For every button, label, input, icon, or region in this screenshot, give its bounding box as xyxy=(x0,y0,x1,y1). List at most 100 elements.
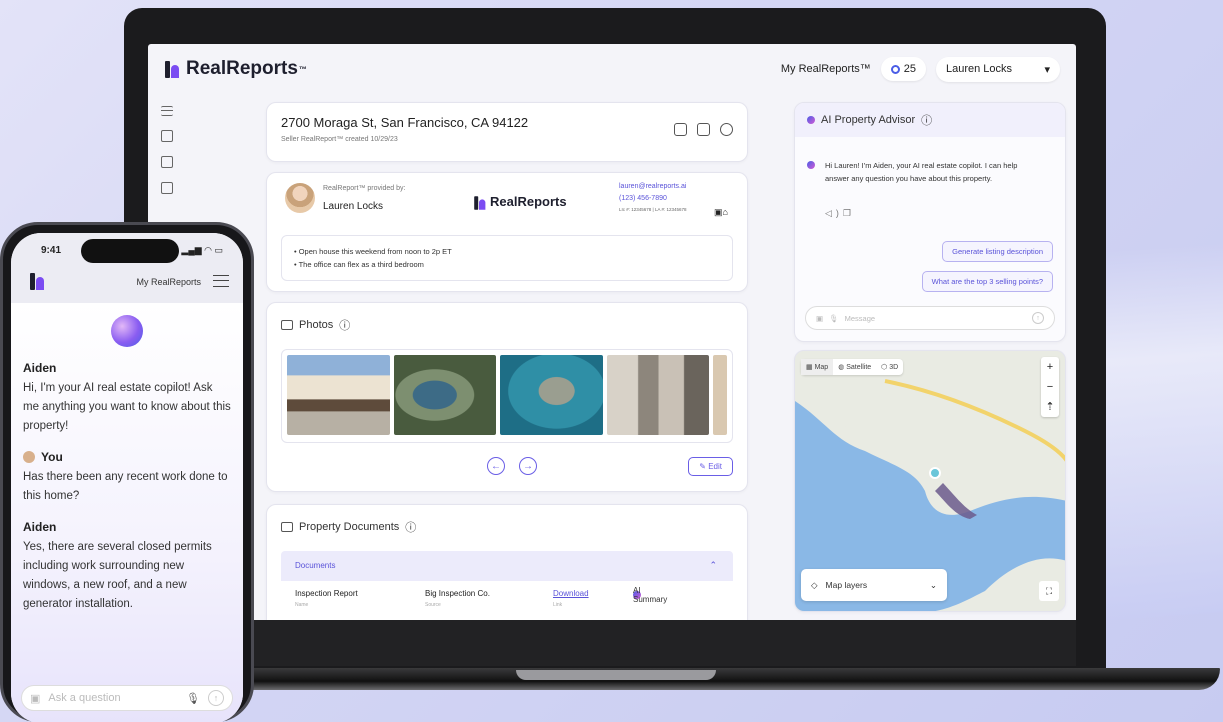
message-actions: ◁)❐ xyxy=(825,208,855,219)
info-icon[interactable]: ⓘ xyxy=(339,317,350,333)
brand-logo[interactable]: RealReports ™ xyxy=(164,58,307,80)
message-text: Hi, I'm your AI real estate copilot! Ask… xyxy=(23,382,231,432)
logo-mark-icon[interactable] xyxy=(29,271,47,291)
ai-summary-dropdown[interactable]: AI Summary ⌄ xyxy=(633,586,667,604)
logo-mark-icon xyxy=(473,195,486,210)
note-item: • Open house this weekend from noon to 2… xyxy=(294,247,452,256)
photos-title: Photos xyxy=(299,319,334,331)
message-text: Has there been any recent work done to t… xyxy=(23,471,228,502)
phone-my-reports[interactable]: My RealReports xyxy=(136,277,201,287)
image-icon[interactable]: ▣ xyxy=(816,314,823,323)
documents-section-header[interactable]: Documents ⌃ xyxy=(281,551,733,581)
credit-coin-icon xyxy=(890,64,900,74)
left-sidebar xyxy=(156,106,178,194)
ask-question-input[interactable]: ▣ Ask a question 🎙 ↑ xyxy=(21,685,233,711)
photo-interior[interactable] xyxy=(606,355,710,435)
share-icon[interactable] xyxy=(674,123,687,136)
copy-icon[interactable]: ❐ xyxy=(843,208,855,218)
credits-badge[interactable]: 25 xyxy=(880,57,926,81)
mic-icon[interactable]: 🎙 xyxy=(829,314,839,323)
download-link[interactable]: Download xyxy=(553,589,589,598)
prev-arrow-icon[interactable]: ← xyxy=(487,457,505,475)
suggestion-listing-button[interactable]: Generate listing description xyxy=(942,241,1053,262)
menu-icon[interactable] xyxy=(161,106,173,116)
more-options-icon[interactable] xyxy=(720,123,733,136)
photo-aerial-bay[interactable] xyxy=(393,355,497,435)
tab-3d[interactable]: ⬡ 3D xyxy=(876,359,903,375)
documents-title: Property Documents xyxy=(299,521,400,533)
chevron-up-icon[interactable]: ⌃ xyxy=(709,560,717,571)
image-icon[interactable]: ▣ xyxy=(30,692,40,705)
send-arrow-icon[interactable]: ↑ xyxy=(208,690,224,706)
mic-icon[interactable]: 🎙 xyxy=(186,692,200,705)
agent-notes: • Open house this weekend from noon to 2… xyxy=(281,235,733,281)
image-icon[interactable] xyxy=(161,156,173,168)
layers-icon: ◇ xyxy=(811,579,818,590)
agent-phone[interactable]: (123) 456-7890 xyxy=(619,193,686,205)
message-placeholder: Message xyxy=(844,313,876,323)
photos-card: Photos ⓘ ← → ✎ Edit xyxy=(266,302,748,492)
info-icon[interactable]: ⓘ xyxy=(405,519,416,535)
tab-satellite[interactable]: ◍ Satellite xyxy=(833,359,876,375)
map-layers-dropdown[interactable]: ◇ Map layers ⌄ xyxy=(801,569,947,601)
zoom-in-button[interactable]: + xyxy=(1041,357,1059,377)
map-view-tabs: ▦ Map ◍ Satellite ⬡ 3D xyxy=(801,359,904,375)
photo-house-exterior[interactable] xyxy=(287,355,390,435)
ai-orb-icon xyxy=(111,315,143,347)
advisor-message-input[interactable]: ▣ 🎙 Message ↑ xyxy=(805,306,1055,330)
equal-housing-icon: ▣⌂ xyxy=(714,207,728,217)
report-subtitle: Seller RealReport™ created 10/29/23 xyxy=(281,136,398,143)
agent-avatar xyxy=(285,183,315,213)
map-panel[interactable]: ▦ Map ◍ Satellite ⬡ 3D + − ⇡ ◇ Map layers… xyxy=(794,350,1066,612)
phone-header: 9:41 ▂▄▆ ◠ ▭ My RealReports xyxy=(11,233,243,303)
photo-strip xyxy=(281,349,733,443)
photo-navigation: ← → xyxy=(487,457,537,475)
documents-header: Property Documents ⓘ xyxy=(281,519,733,535)
phone-frame: 9:41 ▂▄▆ ◠ ▭ My RealReports Aiden Hi, I'… xyxy=(0,222,254,722)
speaker-icon[interactable]: ◁) xyxy=(825,208,843,218)
laptop-frame: RealReports ™ My RealReports™ 25 Lauren L… xyxy=(124,8,1106,672)
doc-name-label: Name xyxy=(295,602,309,608)
suggestion-selling-points-button[interactable]: What are the top 3 selling points? xyxy=(921,271,1053,292)
photo-partial[interactable] xyxy=(713,355,727,435)
ai-advisor-panel: AI Property Advisor ⓘ Hi Lauren! I'm Aide… xyxy=(794,102,1066,342)
document-icon[interactable] xyxy=(161,182,173,194)
tab-map[interactable]: ▦ Map xyxy=(801,359,834,375)
menu-icon[interactable] xyxy=(213,275,229,287)
top-right-controls: My RealReports™ 25 Lauren Locks ▾ xyxy=(781,56,1060,82)
user-menu[interactable]: Lauren Locks ▾ xyxy=(936,56,1060,82)
user-avatar-icon xyxy=(23,451,35,463)
print-icon[interactable] xyxy=(697,123,710,136)
my-reports-link[interactable]: My RealReports™ xyxy=(781,63,871,75)
advisor-message: Hi Lauren! I'm Aiden, your AI real estat… xyxy=(807,159,1027,185)
provided-by-label: RealReport™ provided by: xyxy=(323,185,406,192)
agent-contact: lauren@realreports.ai (123) 456-7890 xyxy=(619,181,686,205)
fullscreen-icon[interactable]: ⛶ xyxy=(1039,581,1059,601)
trademark: ™ xyxy=(298,64,307,74)
table-row: Inspection Report Name Big Inspection Co… xyxy=(281,581,733,611)
dynamic-island xyxy=(81,239,179,263)
agent-email[interactable]: lauren@realreports.ai xyxy=(619,181,686,193)
compass-icon[interactable]: ⇡ xyxy=(1041,397,1059,417)
info-icon[interactable]: ⓘ xyxy=(921,112,932,128)
app-screen: RealReports ™ My RealReports™ 25 Lauren L… xyxy=(148,44,1076,628)
edit-report-icon[interactable] xyxy=(161,130,173,142)
photo-aerial-city[interactable] xyxy=(500,355,603,435)
property-address: 2700 Moraga St, San Francisco, CA 94122 xyxy=(281,115,529,130)
send-arrow-icon[interactable]: ↑ xyxy=(1032,312,1044,324)
zoom-out-button[interactable]: − xyxy=(1041,377,1059,397)
phone-screen: 9:41 ▂▄▆ ◠ ▭ My RealReports Aiden Hi, I'… xyxy=(11,233,243,722)
logo-mark-icon xyxy=(164,59,182,79)
credits-count: 25 xyxy=(903,63,916,75)
provider-card: RealReport™ provided by: Lauren Locks Re… xyxy=(266,172,748,292)
next-arrow-icon[interactable]: → xyxy=(519,457,537,475)
chevron-down-icon: ⌄ xyxy=(929,579,937,590)
provider-logo: RealReports xyxy=(472,193,567,210)
photo-icon xyxy=(281,320,293,330)
document-icon xyxy=(281,522,293,532)
zoom-controls: + − ⇡ xyxy=(1041,357,1059,417)
edit-photos-button[interactable]: ✎ Edit xyxy=(688,457,733,476)
doc-link-label: Link xyxy=(553,602,563,608)
doc-name: Inspection Report xyxy=(295,589,358,598)
doc-source-label: Source xyxy=(425,602,441,608)
